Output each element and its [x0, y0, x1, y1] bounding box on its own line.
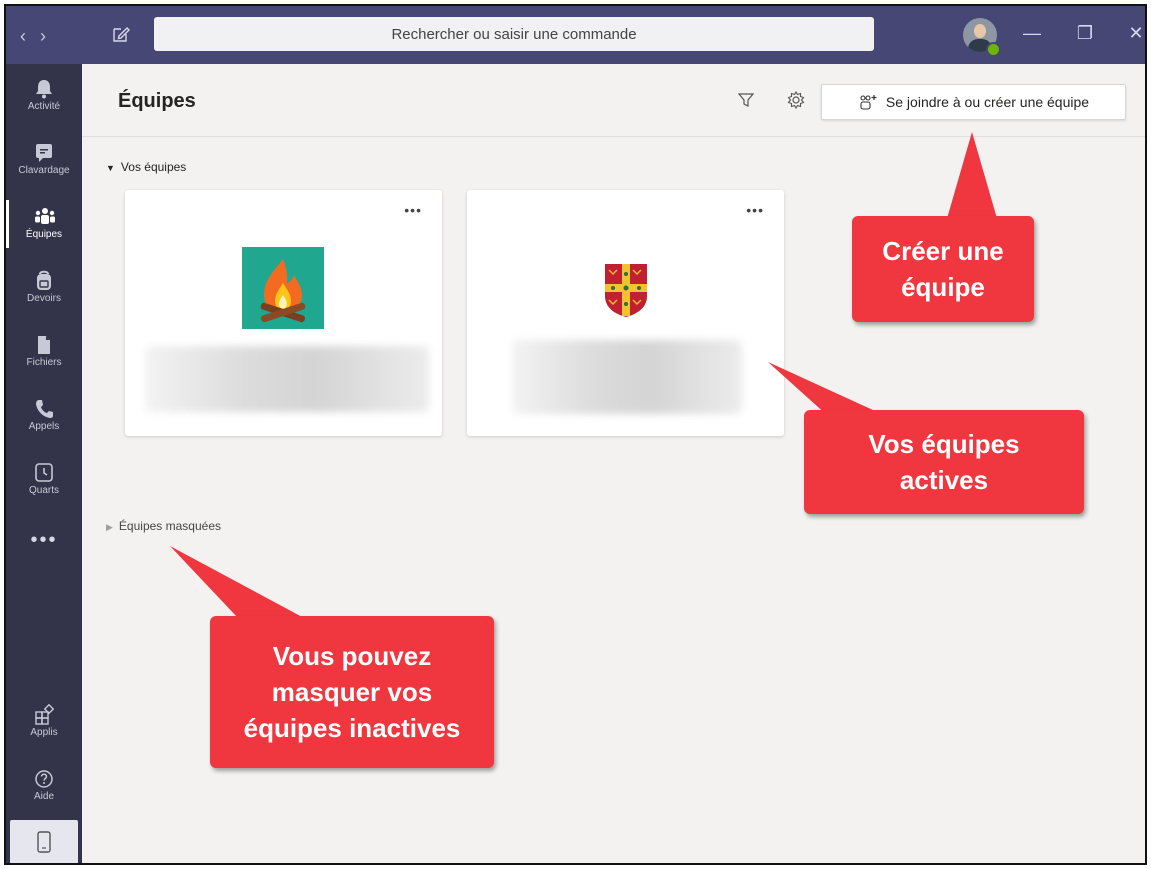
callout-line: Créer une [882, 236, 1004, 266]
create-callout-pointer [946, 132, 998, 222]
teams-window: ‹› Rechercher ou saisir une commande — ❐… [4, 4, 1147, 865]
callout-line: actives [899, 465, 989, 495]
callout-line: équipes inactives [243, 713, 461, 743]
callout-line: Vos équipes [868, 429, 1020, 459]
callout-line: masquer vos [271, 677, 433, 707]
callout-line: équipe [901, 272, 985, 302]
callout-line: Vous pouvez [272, 641, 432, 671]
active-callout-pointer [768, 362, 886, 416]
callout-create-team: Créer une équipe [852, 216, 1034, 322]
callout-active-teams: Vos équipes actives [804, 410, 1084, 514]
callout-hide-teams: Vous pouvez masquer vos équipes inactive… [210, 616, 494, 768]
hide-callout-pointer [170, 546, 304, 618]
